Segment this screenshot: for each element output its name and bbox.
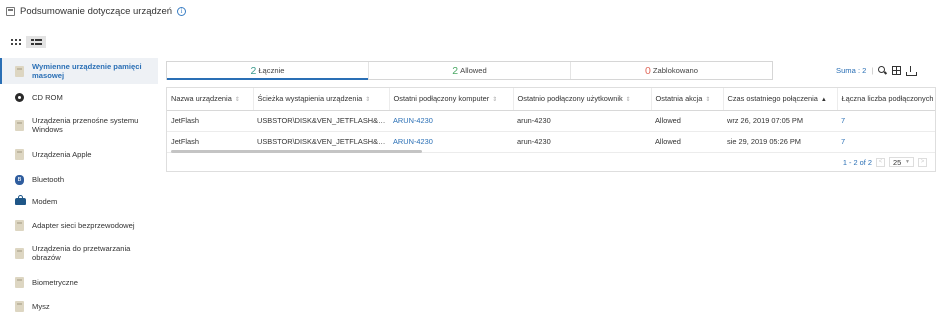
table-toolbar: Suma : 2 | [836, 64, 918, 76]
portable-device-icon [15, 119, 24, 131]
chevron-down-icon: ▼ [905, 159, 910, 165]
sort-icon: ⇕ [625, 97, 631, 104]
sort-icon: ⇕ [705, 97, 711, 104]
page-title: Podsumowanie dotyczące urządzeń [20, 5, 173, 17]
computer-link[interactable]: ARUN-4230 [389, 131, 513, 153]
table-header-row: Nazwa urządzenia ⇕ Ścieżka wystąpienia ur… [167, 88, 935, 111]
computer-link[interactable]: ARUN-4230 [389, 110, 513, 132]
devices-table: Nazwa urządzenia ⇕ Ścieżka wystąpienia ur… [166, 87, 936, 172]
sidebar-item-cd-rom[interactable]: CD ROM [0, 88, 158, 107]
info-icon[interactable]: i [177, 6, 187, 16]
tab-label: Allowed [460, 66, 487, 75]
cd-icon [15, 93, 24, 102]
tab-label: Zablokowano [652, 66, 698, 75]
grid-icon [11, 39, 21, 45]
modem-icon [15, 195, 26, 205]
page-header: Podsumowanie dotyczące urządzeń i [6, 4, 187, 18]
apple-device-icon [15, 149, 24, 160]
sidebar-item-label: Wymienne urządzenie pamięci masowej [32, 62, 142, 80]
toolbar-separator: | [871, 65, 874, 75]
table-row: JetFlash USBSTOR\DISK&VEN_JETFLASH&PR...… [167, 131, 935, 153]
biometric-icon [15, 277, 24, 288]
sidebar-item-label: Mysz [32, 302, 50, 311]
total-count: Suma : 2 [836, 65, 867, 75]
column-header-instance-path[interactable]: Ścieżka wystąpienia urządzenia ⇕ [253, 88, 390, 111]
column-header-device-name[interactable]: Nazwa urządzenia ⇕ [167, 88, 254, 111]
sidebar-item-wireless-adapter[interactable]: Adapter sieci bezprzewodowej [0, 216, 158, 235]
sort-icon: ⇕ [492, 97, 498, 104]
page-size-select[interactable]: 25 ▼ [889, 157, 914, 167]
column-header-last-connection[interactable]: Czas ostatniego połączenia ▲ [723, 88, 838, 111]
device-name-cell: JetFlash [167, 110, 253, 132]
tab-count: 2 [452, 64, 459, 77]
sidebar-item-mouse[interactable]: Mysz [0, 297, 158, 314]
sidebar-item-label: Modem [32, 197, 58, 206]
action-cell: Allowed [651, 110, 723, 132]
pagination: 1 - 2 of 2 < 25 ▼ > [843, 157, 927, 167]
status-tabs: 2 Łącznie 2 Allowed 0 Zablokowano [166, 61, 773, 80]
column-header-last-user[interactable]: Ostatnio podłączony użytkownik ⇕ [513, 88, 652, 111]
sidebar-item-removable-storage[interactable]: Wymienne urządzenie pamięci masowej [0, 58, 158, 84]
sidebar-item-biometric[interactable]: Biometryczne [0, 273, 158, 292]
tab-count: 0 [644, 64, 651, 77]
device-name-cell: JetFlash [167, 131, 253, 153]
bluetooth-icon: ʙ [15, 174, 24, 185]
connection-time-cell: wrz 26, 2019 07:05 PM [723, 110, 837, 132]
user-cell: arun-4230 [513, 110, 651, 132]
sort-ascending-icon: ▲ [820, 97, 827, 104]
sidebar-item-label: Urządzenia przenośne systemu Windows [32, 116, 139, 134]
sidebar-item-apple[interactable]: Urządzenia Apple [0, 145, 158, 164]
tab-total[interactable]: 2 Łącznie [167, 62, 369, 80]
instance-path-cell: USBSTOR\DISK&VEN_JETFLASH&PR... [253, 110, 389, 132]
sidebar-item-bluetooth[interactable]: ʙ Bluetooth [0, 170, 158, 189]
grid-view-button[interactable] [6, 36, 26, 48]
connection-time-cell: sie 29, 2019 05:26 PM [723, 131, 837, 153]
device-summary-icon [6, 6, 15, 16]
tab-label: Łącznie [258, 66, 285, 75]
sidebar-item-label: Urządzenia Apple [32, 150, 92, 159]
page-size-value: 25 [893, 157, 902, 167]
sidebar-item-label: Adapter sieci bezprzewodowej [32, 221, 135, 230]
sidebar-item-label: Biometryczne [32, 278, 79, 287]
tab-count: 2 [250, 64, 257, 77]
wireless-adapter-icon [15, 220, 24, 231]
device-type-sidebar: Wymienne urządzenie pamięci masowej CD R… [0, 58, 158, 314]
tab-blocked[interactable]: 0 Zablokowano [571, 62, 772, 79]
list-icon [30, 39, 42, 45]
action-cell: Allowed [651, 131, 723, 153]
column-header-connection-count[interactable]: Łączna liczba podłączonych [837, 88, 935, 111]
prev-page-button[interactable]: < [876, 157, 885, 167]
sort-icon: ⇕ [234, 97, 240, 104]
list-view-button[interactable] [26, 36, 46, 48]
view-toggle [6, 36, 46, 48]
sidebar-item-modem[interactable]: Modem [0, 192, 158, 211]
table-row: JetFlash USBSTOR\DISK&VEN_JETFLASH&PR...… [167, 110, 935, 132]
horizontal-scrollbar[interactable] [171, 150, 422, 153]
column-chooser-icon[interactable] [892, 65, 902, 75]
page-range: 1 - 2 of 2 [842, 157, 872, 167]
next-page-button[interactable]: > [918, 157, 927, 167]
usb-drive-icon [15, 65, 24, 77]
mouse-icon [15, 301, 24, 312]
tab-allowed[interactable]: 2 Allowed [369, 62, 571, 79]
sidebar-item-label: Urządzenia do przetwarzania obrazów [32, 244, 131, 262]
sidebar-item-windows-portable[interactable]: Urządzenia przenośne systemu Windows [0, 111, 158, 139]
search-icon[interactable] [878, 65, 887, 75]
column-header-last-computer[interactable]: Ostatni podłączony komputer ⇕ [389, 88, 514, 111]
export-icon[interactable] [906, 65, 918, 76]
imaging-device-icon [15, 247, 24, 259]
connection-count-link[interactable]: 7 [837, 131, 935, 153]
sidebar-item-label: CD ROM [32, 93, 63, 102]
column-header-last-action[interactable]: Ostatnia akcja ⇕ [651, 88, 724, 111]
sidebar-item-label: Bluetooth [32, 175, 65, 184]
user-cell: arun-4230 [513, 131, 651, 153]
instance-path-cell: USBSTOR\DISK&VEN_JETFLASH&PR... [253, 131, 389, 153]
connection-count-link[interactable]: 7 [837, 110, 935, 132]
sidebar-item-imaging[interactable]: Urządzenia do przetwarzania obrazów [0, 239, 158, 267]
sort-icon: ⇕ [365, 97, 371, 104]
